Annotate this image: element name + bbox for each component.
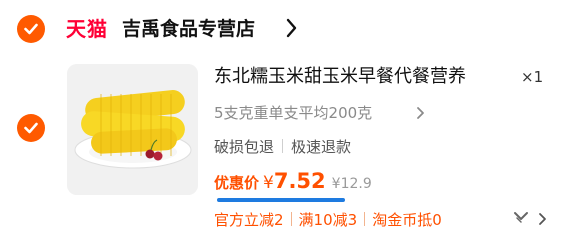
- discount-price: 7.52: [273, 169, 326, 193]
- highlight-underline: [217, 198, 345, 202]
- store-name-link[interactable]: 吉禹食品专营店: [122, 14, 255, 44]
- service-tags: 破损包退 极速退款: [214, 134, 351, 160]
- chevron-right-icon[interactable]: [416, 106, 425, 120]
- item-select-checkbox[interactable]: [17, 114, 45, 142]
- price-row: 优惠价 ¥7.52 ¥12.9: [214, 169, 372, 199]
- check-icon: [24, 23, 38, 35]
- original-price: ¥12.9: [331, 176, 372, 192]
- check-icon: [24, 122, 38, 134]
- promo-divider: [290, 212, 292, 226]
- tag-divider: [282, 139, 284, 153]
- sku-spec-selector[interactable]: 5支克重单支平均200克: [214, 100, 372, 126]
- product-thumbnail[interactable]: [67, 64, 198, 195]
- product-image: [67, 64, 198, 195]
- price-currency: ¥: [263, 173, 274, 193]
- service-tag: 破损包退: [214, 138, 275, 156]
- item-quantity: ×1: [521, 68, 544, 86]
- store-select-checkbox[interactable]: [17, 15, 45, 43]
- chevron-right-icon[interactable]: [538, 212, 547, 226]
- promotion-tag[interactable]: 淘金币抵0: [372, 211, 442, 229]
- more-icon[interactable]: [511, 210, 531, 230]
- tmall-logo: 天猫: [66, 17, 108, 41]
- promotion-tag[interactable]: 满10减3: [299, 211, 358, 229]
- chevron-right-icon[interactable]: [286, 17, 298, 39]
- promotion-list[interactable]: 官方立减2 满10减3 淘金币抵0: [214, 207, 442, 233]
- service-tag: 极速退款: [291, 138, 352, 156]
- product-title[interactable]: 东北糯玉米甜玉米早餐代餐营养: [214, 62, 466, 92]
- promotion-tag[interactable]: 官方立减2: [214, 211, 284, 229]
- price-label: 优惠价: [214, 174, 260, 192]
- promo-divider: [364, 212, 366, 226]
